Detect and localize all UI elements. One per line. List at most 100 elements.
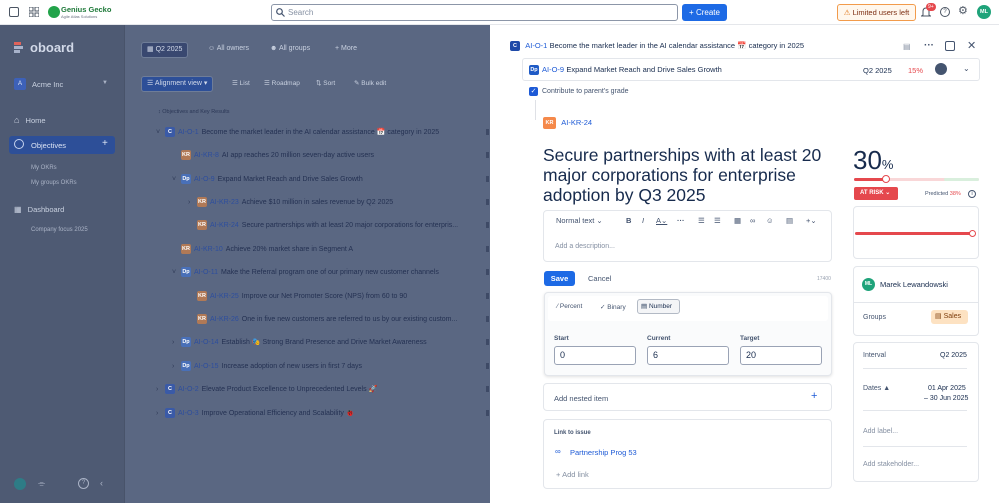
numbered-list-icon[interactable]: ☰ [714,216,721,225]
metric-type-binary[interactable]: ✓ Binary [600,303,626,311]
italic-icon[interactable]: I [642,216,644,225]
expand-chevron-icon[interactable]: › [188,199,197,206]
okr-tree-row[interactable]: KR AI-KR-26 One in five new customers are … [188,314,457,324]
parent-objective-breadcrumb[interactable]: C AI-O-1 Become the market leader in the… [510,41,804,51]
okr-id[interactable]: AI-KR-23 [210,199,239,206]
period-filter[interactable]: ▦ Q2 2025 [141,42,189,58]
more-formatting-icon[interactable]: ··· [677,216,685,225]
expand-icon[interactable] [945,41,955,51]
insert-file-icon[interactable]: ▤ [786,216,793,225]
expand-chevron-icon[interactable]: › [156,386,165,393]
app-grid-icon[interactable] [28,6,40,18]
row-menu-handle[interactable] [486,222,489,228]
okr-id[interactable]: AI-O-14 [194,339,219,346]
okr-tree-row[interactable]: › C AI-O-2 Elevate Product Excellence to Un… [156,384,377,394]
workspace-selector[interactable]: A Acme Inc ▼ [14,78,112,92]
row-menu-handle[interactable] [486,339,489,345]
sidebar-item-home[interactable]: ⌂ Home [14,115,46,125]
okr-tree-row[interactable]: › C AI-O-3 Improve Operational Efficiency a… [156,408,355,418]
okr-title[interactable]: Achieve 20% market share in Segment A [226,246,353,253]
okr-tree-row[interactable]: ˅ Dp AI-O-11 Make the Referral program one … [172,267,439,277]
row-menu-handle[interactable] [486,199,489,205]
insert-more-icon[interactable]: +⌄ [806,216,817,225]
okr-tree-row[interactable]: ˅ Dp AI-O-9 Expand Market Reach and Drive S… [172,174,363,184]
metric-type-number[interactable]: ▤ Number [637,299,680,314]
list-view-button[interactable]: ☰ List [232,79,250,87]
okr-title[interactable]: Become the market leader in the AI calen… [202,129,440,136]
okr-title[interactable]: AI app reaches 20 million seven-day acti… [222,152,374,159]
user-avatar[interactable]: ML [977,5,991,19]
row-menu-handle[interactable] [486,269,489,275]
sidebar-item-objectives[interactable]: Objectives + [9,136,115,154]
groups-filter[interactable]: ☻ All groups [270,45,310,52]
okr-title[interactable]: Increase adoption of new users in first … [222,363,362,370]
add-link-button[interactable]: + Add link [556,470,589,479]
target-value-input[interactable]: 20 [740,346,822,365]
expand-chevron-icon[interactable]: ˅ [172,269,181,276]
current-value-input[interactable]: 6 [647,346,729,365]
grade-slider-track[interactable] [855,232,973,235]
okr-id[interactable]: AI-O-11 [194,269,218,276]
help-icon[interactable]: ? [940,7,950,17]
okr-tree-row[interactable]: KR AI-KR-24 Secure partnerships with at le… [188,220,458,230]
okr-id[interactable]: AI-O-9 [194,176,215,183]
expand-chevron-icon[interactable]: ˅ [172,176,181,183]
add-icon[interactable]: + [102,138,108,149]
cancel-button[interactable]: Cancel [588,274,611,283]
okr-tree-row[interactable]: KR AI-KR-10 Achieve 20% market share in Se… [172,244,353,254]
description-placeholder[interactable]: Add a description... [555,243,615,250]
okr-id[interactable]: AI-KR-10 [194,246,223,253]
okr-tree-row[interactable]: KR AI-KR-25 Improve our Net Promoter Score… [188,291,407,301]
start-value-input[interactable]: 0 [554,346,636,365]
okr-tree-row[interactable]: › Dp AI-O-15 Increase adoption of new users… [172,361,362,371]
grade-slider-knob[interactable] [969,230,976,237]
okr-id[interactable]: AI-O-3 [178,410,199,417]
bold-icon[interactable]: B [626,216,631,225]
settings-gear-icon[interactable]: ⚙ [958,6,968,17]
owner-name[interactable]: Marek Lewandowski [880,280,948,289]
row-menu-handle[interactable] [486,129,489,135]
date-start[interactable]: 01 Apr 2025 [928,385,966,392]
okr-title[interactable]: Expand Market Reach and Drive Sales Grow… [218,176,363,183]
row-menu-handle[interactable] [486,176,489,182]
collapse-icon[interactable]: ‹ [100,478,103,488]
sidebar-item-dashboard[interactable]: ▦ Dashboard [14,205,64,214]
row-menu-handle[interactable] [486,316,489,322]
sort-button[interactable]: ⇅ Sort [316,79,335,87]
okr-title[interactable]: Make the Referral program one of our pri… [221,269,439,276]
sidebar-avatar[interactable] [14,478,26,490]
add-stakeholder-input[interactable]: Add stakeholder... [863,461,919,468]
text-style-dropdown[interactable]: Normal text ⌄ [556,216,603,225]
owners-filter[interactable]: ☺ All owners [208,45,249,52]
okr-title[interactable]: Secure partnerships with at least 20 maj… [242,222,458,229]
row-menu-handle[interactable] [486,386,489,392]
okr-tree-row[interactable]: KR AI-KR-8 AI app reaches 20 million seven… [172,150,374,160]
emoji-icon[interactable]: ☺ [766,216,774,225]
search-input[interactable]: Search [271,4,678,21]
bell-icon[interactable]: ⌯ [38,478,45,489]
lock-icon[interactable]: ▤ [903,42,911,51]
info-icon[interactable]: i [968,190,976,198]
parent-subobjective-row[interactable]: Dp AI-O-9 Expand Market Reach and Drive S… [522,58,980,81]
create-button[interactable]: + Create [682,4,727,21]
text-color-icon[interactable]: A⌄ [656,216,667,225]
status-dropdown[interactable]: AT RISK ⌄ [854,187,898,200]
row-menu-handle[interactable] [486,152,489,158]
okr-tree-row[interactable]: ˅ C AI-O-1 Become the market leader in the … [156,127,439,137]
save-button[interactable]: Save [544,271,575,286]
sidebar-item-my-okrs[interactable]: My OKRs [31,165,57,171]
view-selector[interactable]: ☰ Alignment view ▾ [141,76,214,92]
close-icon[interactable]: ✕ [967,39,976,52]
table-icon[interactable]: ▦ [734,216,741,225]
group-tag[interactable]: ▤ Sales [931,310,968,324]
expand-chevron-icon[interactable]: › [156,410,165,417]
metric-type-percent[interactable]: ⁄ Percent [557,303,582,310]
more-options-icon[interactable]: ··· [924,40,934,51]
limited-users-button[interactable]: ⚠ Limited users left [837,4,916,21]
add-label-input[interactable]: Add label... [863,428,898,435]
okr-title[interactable]: Establish 🎭 Strong Brand Presence and Dr… [222,339,427,346]
expand-chevron-icon[interactable]: › [172,339,181,346]
okr-title[interactable]: One in five new customers are referred t… [242,316,458,323]
row-menu-handle[interactable] [486,246,489,252]
okr-id[interactable]: AI-O-2 [178,386,199,393]
